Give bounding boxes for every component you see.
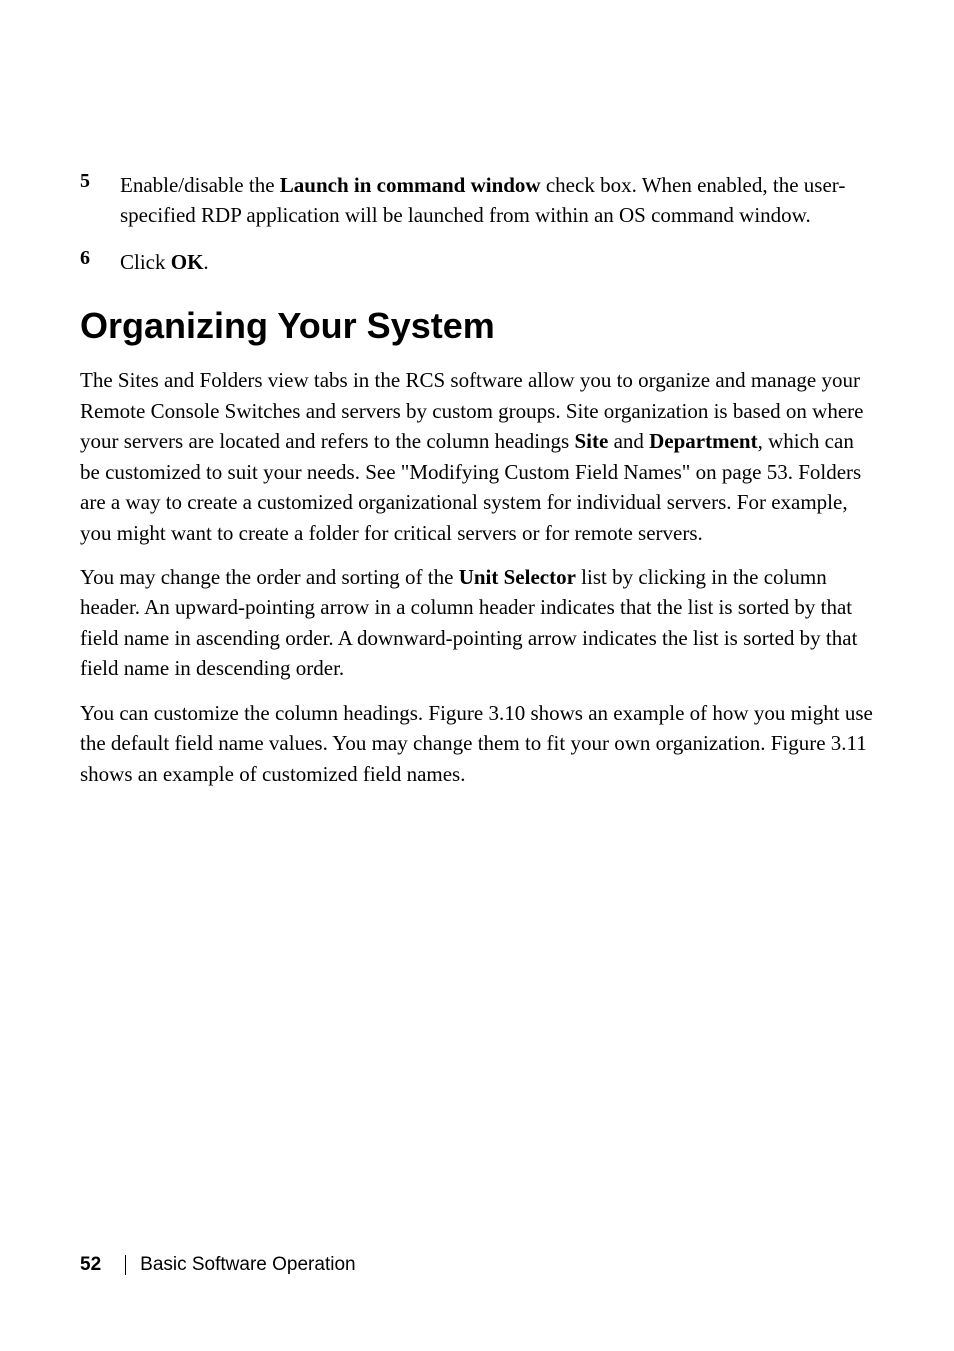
- footer-divider: [125, 1255, 126, 1275]
- list-content-5: Enable/disable the Launch in command win…: [120, 170, 874, 231]
- bold-text: Department: [649, 429, 757, 453]
- list-number-5: 5: [80, 170, 120, 231]
- text-segment: You may change the order and sorting of …: [80, 565, 459, 589]
- page-footer: 52 Basic Software Operation: [80, 1254, 356, 1276]
- bold-text: Launch in command window: [280, 173, 541, 197]
- paragraph-3: You can customize the column headings. F…: [80, 698, 874, 789]
- list-item-6: 6 Click OK.: [80, 247, 874, 277]
- text-segment: .: [203, 250, 208, 274]
- paragraph-2: You may change the order and sorting of …: [80, 562, 874, 684]
- bold-text: Site: [574, 429, 608, 453]
- section-heading: Organizing Your System: [80, 305, 874, 347]
- list-number-6: 6: [80, 247, 120, 277]
- list-item-5: 5 Enable/disable the Launch in command w…: [80, 170, 874, 231]
- page-number: 52: [80, 1254, 101, 1276]
- list-content-6: Click OK.: [120, 247, 209, 277]
- footer-section-name: Basic Software Operation: [140, 1254, 355, 1276]
- paragraph-1: The Sites and Folders view tabs in the R…: [80, 365, 874, 548]
- bold-text: OK: [171, 250, 204, 274]
- bold-text: Unit Selector: [459, 565, 576, 589]
- text-segment: Enable/disable the: [120, 173, 280, 197]
- text-segment: Click: [120, 250, 171, 274]
- text-segment: and: [608, 429, 649, 453]
